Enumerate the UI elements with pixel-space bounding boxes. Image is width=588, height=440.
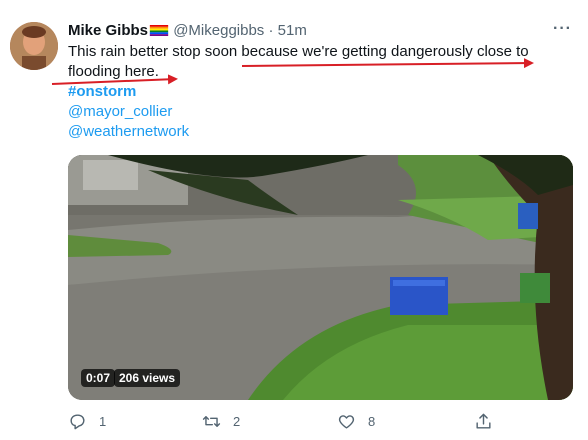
mention-link-mayor[interactable]: @mayor_collier [68,102,546,122]
retweet-button[interactable]: 2 [202,412,240,431]
avatar-image [10,22,58,70]
video-frame [68,155,573,400]
video-views-badge: 206 views [114,369,181,387]
tweet-actions: 1 2 8 [0,412,588,436]
retweet-icon [202,416,221,427]
reply-icon [70,414,85,430]
video-duration-badge: 0:07 [81,369,116,387]
avatar[interactable] [10,22,58,70]
like-count: 8 [368,414,376,429]
author-handle[interactable]: @Mikeggibbs [173,22,264,39]
retweet-count: 2 [233,414,241,429]
like-icon [338,415,355,429]
reply-button[interactable]: 1 [68,412,106,431]
more-icon[interactable]: ··· [553,20,572,38]
share-icon [476,413,491,429]
tweet-text: This rain better stop soon because we're… [68,42,546,142]
like-button[interactable]: 8 [337,412,375,431]
hashtag-link[interactable]: #onstorm [68,82,546,102]
tweet-text-line-2: flooding here. [68,63,159,80]
mention-link-weathernetwork[interactable]: @weathernetwork [68,122,546,142]
tweet-timestamp[interactable]: 51m [278,22,307,39]
tweet-header: Mike Gibbs @Mikeggibbs · 51m [68,21,307,41]
reply-count: 1 [99,414,107,429]
separator-dot: · [268,22,274,39]
share-button[interactable] [474,412,493,431]
video-player[interactable]: 0:07 206 views [68,155,573,400]
tweet-text-line-1: This rain better stop soon because we're… [68,43,529,60]
author-name[interactable]: Mike Gibbs [68,22,148,39]
rainbow-flag-icon [149,25,169,36]
